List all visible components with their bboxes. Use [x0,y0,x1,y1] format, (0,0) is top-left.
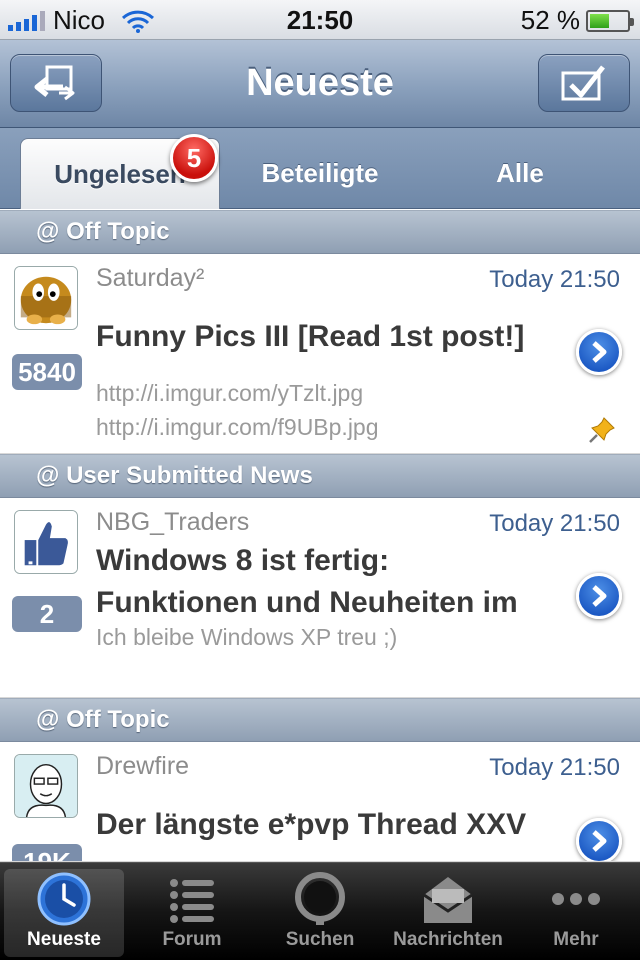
section-header: @ Off Topic [0,210,640,254]
preview-line: http://i.imgur.com/yTzlt.jpg [96,380,364,406]
tab-bar-item-nachrichten[interactable]: Nachrichten [388,869,508,957]
tab-bar-item-mehr[interactable]: Mehr [516,869,636,957]
thread-row[interactable]: 19K Drewfire Today 21:50 Der längste e*p… [0,742,640,862]
preview-line: http://i.imgur.com/f9UBp.jpg [96,414,379,440]
pin-icon [589,417,615,443]
status-bar: Nico 21:50 52 % [0,0,640,40]
post-date: Today 21:50 [489,510,620,537]
reply-count: 5840 [12,354,82,390]
author-name: Saturday² [96,264,205,292]
chevron-right-icon [592,585,607,607]
tab-bar-label: Neueste [27,929,101,950]
thread-preview: http://i.imgur.com/yTzlt.jpg http://i.im… [96,376,379,444]
tab-bar-item-neueste[interactable]: Neueste [4,869,124,957]
reply-count: 2 [12,596,82,632]
battery-icon [586,9,634,32]
navigation-bar: Neueste [0,40,640,128]
filter-tabs: Ungelesen 5 Beteiligte Alle [0,128,640,209]
title-line: Funktionen und Neuheiten im [96,586,518,619]
section-header: @ User Submitted News [0,454,640,498]
envelope-icon [423,877,473,923]
mark-read-button[interactable] [538,54,630,112]
chevron-right-icon [592,341,607,363]
chevron-right-icon [592,830,607,852]
more-icon [552,893,600,905]
list-icon [170,879,214,923]
tab-bar-label: Mehr [553,929,599,950]
tab-label: Beteiligte [261,158,379,188]
thread-title: Funny Pics III [Read 1st post!] [96,320,525,353]
thread-row[interactable]: 2 NBG_Traders Today 21:50 Windows 8 ist … [0,498,640,698]
tab-bar-label: Suchen [285,929,355,950]
author-name: Drewfire [96,752,190,780]
tab-alle[interactable]: Alle [420,138,620,209]
tab-label: Ungelesen [54,159,186,189]
section-header: @ Off Topic [0,698,640,742]
title-line: Windows 8 ist fertig: [96,544,390,577]
battery-percentage: 52 % [520,5,580,35]
mark-read-icon [561,65,605,101]
avatar [14,510,78,574]
reply-count: 19K [12,844,82,861]
tab-label: Alle [496,158,544,188]
thread-row[interactable]: 5840 Saturday² Today 21:50 Funny Pics II… [0,254,640,454]
disclosure-button[interactable] [576,818,622,861]
search-icon [295,872,345,925]
clock-icon [37,872,91,926]
tab-bar: Neueste Forum Suchen Nachrichten Mehr [0,862,640,960]
thread-title: Windows 8 ist fertig: Funktionen und Neu… [96,540,556,624]
tab-bar-item-forum[interactable]: Forum [132,869,252,957]
post-date: Today 21:50 [489,266,620,293]
disclosure-button[interactable] [576,329,622,375]
tab-beteiligte[interactable]: Beteiligte [220,138,420,209]
thread-title: Der längste e*pvp Thread XXV [96,808,527,841]
post-date: Today 21:50 [489,754,620,781]
tab-bar-label: Forum [162,929,222,950]
disclosure-button[interactable] [576,573,622,619]
tab-bar-label: Nachrichten [393,929,503,950]
thread-preview: Ich bleibe Windows XP treu ;) [96,624,398,650]
avatar [14,266,78,330]
tab-bar-item-suchen[interactable]: Suchen [260,869,380,957]
unread-badge: 5 [170,134,218,182]
author-name: NBG_Traders [96,508,250,536]
avatar [14,754,78,818]
